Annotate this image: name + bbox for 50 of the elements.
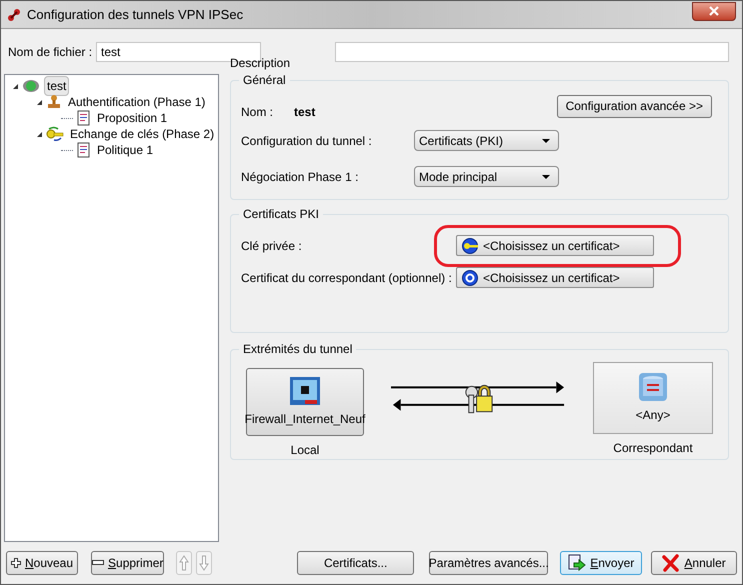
close-icon: [709, 6, 719, 16]
tree-item[interactable]: test: [44, 76, 70, 96]
send-document-icon: [568, 554, 586, 572]
dropdown-arrow-icon: [542, 174, 550, 178]
app-icon: [7, 8, 21, 22]
remote-endpoint-button[interactable]: <Any>: [593, 362, 713, 434]
stamp-icon: [46, 94, 62, 110]
down-arrow-icon: [199, 555, 210, 571]
dropdown-arrow-icon: [542, 138, 550, 142]
endpoint-caption: Local: [290, 442, 320, 459]
dialog-button[interactable]: Annuler: [651, 551, 737, 575]
dialog-button[interactable]: Envoyer: [560, 551, 642, 575]
window-title: Configuration des tunnels VPN IPSec: [27, 6, 244, 24]
tree-item[interactable]: Politique 1: [95, 141, 156, 159]
network-icon: [22, 78, 40, 94]
minus-icon: [92, 560, 104, 566]
choose-certificate-button[interactable]: <Choisissez un certificat>: [456, 267, 654, 288]
dialog-button[interactable]: Certificats...: [296, 551, 414, 575]
up-arrow-icon: [179, 555, 190, 571]
cancel-x-icon: [662, 554, 680, 572]
name-value: test: [294, 104, 316, 121]
field-label: Certificat du correspondant (optionnel) :: [241, 270, 453, 286]
field-label: Négociation Phase 1 :: [241, 168, 360, 186]
dialog-button[interactable]: Supprimer: [91, 551, 164, 575]
choose-certificate-button[interactable]: <Choisissez un certificat>: [456, 235, 654, 256]
local-endpoint-button[interactable]: Firewall_Internet_Neuf: [246, 368, 364, 436]
plus-icon: [10, 558, 21, 568]
phase1-dropdown[interactable]: Mode principal: [414, 166, 559, 187]
expand-arrow-icon[interactable]: [13, 84, 18, 88]
tree-item[interactable]: Echange de clés (Phase 2): [68, 125, 216, 143]
document-icon: [77, 142, 91, 158]
tunnel-config-dropdown[interactable]: Certificats (PKI): [414, 130, 559, 151]
field-label: Nom :: [241, 104, 274, 121]
tree-item[interactable]: Proposition 1: [95, 109, 170, 127]
field-label: Configuration du tunnel :: [241, 132, 373, 150]
advanced-config-button[interactable]: Configuration avancée >>: [556, 94, 712, 118]
description-field[interactable]: [335, 42, 729, 62]
database-icon: [638, 372, 668, 402]
tree-item[interactable]: Authentification (Phase 1): [66, 93, 208, 111]
field-label: Clé privée :: [241, 238, 303, 254]
dialog-button[interactable]: Nouveau: [6, 551, 78, 575]
key-icon: [46, 126, 64, 142]
close-button[interactable]: [692, 2, 736, 20]
firewall-board-icon: [289, 376, 321, 406]
expand-arrow-icon[interactable]: [37, 100, 42, 104]
endpoint-caption: Correspondant: [613, 440, 693, 457]
document-icon: [77, 110, 91, 126]
key-certificate-icon: [461, 236, 479, 254]
certificate-seal-icon: [461, 268, 479, 286]
dialog-button[interactable]: Paramètres avancés...: [429, 551, 548, 575]
